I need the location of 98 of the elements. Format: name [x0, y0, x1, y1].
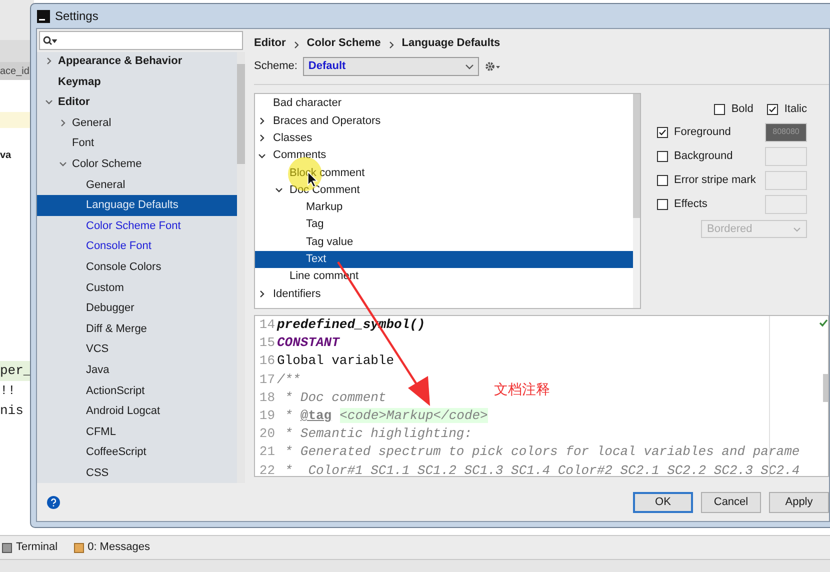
- checkbox[interactable]: [714, 104, 726, 114]
- breadcrumb-item[interactable]: Editor: [254, 34, 286, 51]
- chevron-down-icon[interactable]: [258, 152, 266, 160]
- chevron-down-icon: [793, 226, 801, 232]
- search-icon: [43, 36, 57, 46]
- chevron-right-icon[interactable]: [258, 134, 266, 142]
- attribute-tree-item[interactable]: Tag: [255, 216, 633, 234]
- scheme-label: Scheme:: [254, 59, 298, 74]
- annotation-text: 文档注释: [494, 381, 550, 400]
- settings-tree-item[interactable]: Diff & Merge: [37, 318, 237, 340]
- line-number: 22: [258, 462, 276, 476]
- tool-window-tab[interactable]: Terminal: [2, 539, 58, 556]
- color-swatch[interactable]: [765, 170, 807, 190]
- chevron-down-icon: [465, 64, 474, 70]
- code-line: /**: [277, 370, 300, 389]
- settings-tree-item[interactable]: Keymap: [37, 72, 237, 92]
- scheme-dropdown[interactable]: Default: [303, 57, 480, 76]
- attribute-tree-item[interactable]: Identifiers: [255, 285, 633, 303]
- settings-tree-item[interactable]: Font: [37, 133, 237, 154]
- settings-tree-item[interactable]: Debugger: [37, 298, 237, 319]
- breadcrumb-item[interactable]: Language Defaults: [402, 34, 500, 51]
- preview-editor[interactable]: [254, 315, 829, 477]
- attribute-tree-item[interactable]: Tag value: [255, 233, 633, 251]
- breadcrumb-item[interactable]: Color Scheme: [306, 34, 381, 51]
- line-number: 20: [258, 425, 276, 444]
- tool-window-tab[interactable]: 0: Messages: [74, 539, 150, 556]
- checkbox[interactable]: [657, 150, 668, 162]
- checkbox-label: Error stripe mark: [674, 172, 757, 188]
- settings-tree-item[interactable]: VCS: [37, 339, 237, 360]
- code-line: CONSTANT: [277, 334, 340, 352]
- line-number: 19: [258, 407, 276, 426]
- scrollbar-thumb[interactable]: [633, 94, 640, 218]
- checkbox[interactable]: [657, 174, 668, 186]
- ide-toolbar: [0, 0, 34, 40]
- scrollbar-thumb[interactable]: [823, 374, 828, 402]
- settings-tree-item[interactable]: Color Scheme: [37, 154, 237, 175]
- dialog-button[interactable]: Cancel: [701, 492, 761, 513]
- checkmark-icon: [819, 319, 828, 327]
- terminal-icon: [2, 542, 12, 552]
- line-number: 18: [258, 388, 276, 407]
- code-line: * Semantic highlighting:: [284, 425, 472, 444]
- settings-tree-item[interactable]: General: [37, 112, 237, 134]
- gear-icon[interactable]: [485, 61, 502, 72]
- code-text: va: [0, 149, 12, 163]
- code-line: * Color#1 SC1.1 SC1.2 SC1.3 SC1.4 Color#2 SC2.1 SC2.2 SC2.3 SC2.4: [284, 462, 800, 476]
- search-field[interactable]: [39, 31, 243, 50]
- code-line: * Doc comment: [284, 388, 386, 407]
- color-swatch[interactable]: [765, 194, 807, 214]
- checkbox-label: Bold: [731, 102, 754, 117]
- dialog-button[interactable]: OK: [633, 492, 693, 513]
- line-number: 16: [258, 352, 276, 370]
- settings-tree-item[interactable]: General: [37, 174, 237, 196]
- settings-tree-item[interactable]: Android Logcat: [37, 401, 237, 422]
- checkbox-label: Effects: [674, 196, 708, 212]
- attribute-tree-item[interactable]: Text: [255, 250, 633, 268]
- chevron-down-icon[interactable]: [274, 186, 282, 194]
- dialog-button[interactable]: Apply: [769, 492, 829, 513]
- checkbox[interactable]: [767, 104, 778, 114]
- checkbox-label: Background: [674, 148, 734, 164]
- settings-tree-item[interactable]: CFML: [37, 422, 237, 442]
- app-icon: [37, 10, 50, 22]
- line-number: 14: [258, 316, 276, 334]
- line-number: 21: [258, 443, 276, 462]
- chevron-right-icon[interactable]: [258, 290, 266, 298]
- settings-tree-item[interactable]: CoffeeScript: [37, 442, 237, 463]
- settings-tree-item[interactable]: Custom: [37, 278, 237, 298]
- attribute-tree-item[interactable]: Braces and Operators: [255, 112, 633, 130]
- attribute-tree-item[interactable]: Classes: [255, 130, 633, 147]
- code-line: Global variable: [277, 352, 394, 370]
- attribute-tree-item[interactable]: Markup: [255, 198, 633, 216]
- line-number: 17: [258, 370, 276, 389]
- checkbox-label: Italic: [784, 102, 807, 117]
- attribute-tree-item[interactable]: Comments: [255, 146, 633, 164]
- window-title: Settings: [55, 8, 98, 25]
- code-text: !!: [0, 382, 17, 400]
- checkbox[interactable]: [657, 126, 668, 138]
- settings-tree-item[interactable]: Language Defaults: [37, 195, 237, 216]
- code-line: * Generated spectrum to pick colors for local variables and parame: [284, 443, 800, 462]
- checkbox-label: Foreground: [674, 124, 732, 140]
- line-number: 15: [258, 334, 276, 352]
- settings-tree-item[interactable]: Editor: [37, 92, 237, 113]
- messages-icon: [74, 542, 84, 552]
- checkbox[interactable]: [657, 198, 668, 210]
- chevron-right-icon: [294, 41, 299, 49]
- settings-tree-item[interactable]: Console Colors: [37, 256, 237, 278]
- settings-tree-item[interactable]: CSS: [37, 462, 237, 484]
- help-icon[interactable]: [47, 496, 60, 509]
- code-text: nis: [0, 402, 24, 420]
- attribute-tree-item[interactable]: Bad character: [255, 95, 633, 112]
- settings-tree-item[interactable]: Console Font: [37, 236, 237, 257]
- settings-tree-item[interactable]: Color Scheme Font: [37, 216, 237, 236]
- settings-tree-item[interactable]: Java: [37, 360, 237, 380]
- settings-tree-item[interactable]: ActionScript: [37, 380, 237, 402]
- chevron-right-icon[interactable]: [258, 116, 266, 125]
- color-swatch[interactable]: [765, 146, 807, 166]
- settings-tree-item[interactable]: Appearance & Behavior: [37, 51, 237, 72]
- chevron-right-icon: [388, 41, 394, 49]
- scrollbar-thumb[interactable]: [237, 64, 245, 164]
